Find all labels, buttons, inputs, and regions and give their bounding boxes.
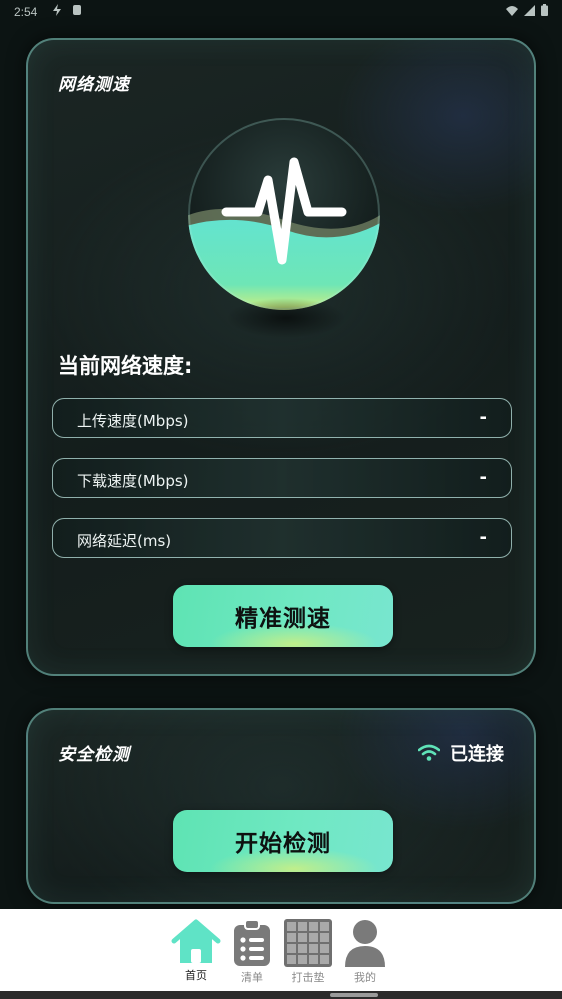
bolt-icon [53, 4, 61, 16]
status-bar: 2:54 [0, 0, 562, 24]
download-speed-row: 下载速度(Mbps) - [52, 458, 512, 498]
nav-label-me: 我的 [354, 972, 376, 984]
connection-status-text: 已连接 [450, 744, 504, 765]
bottom-navigation: 首页 清单 打击垫 我的 [0, 909, 562, 991]
nav-label-list: 清单 [241, 972, 263, 984]
status-time: 2:54 [14, 5, 38, 19]
wifi-icon [418, 744, 440, 761]
pulse-orb-icon [188, 118, 380, 310]
nav-item-list[interactable]: 清单 [222, 919, 282, 985]
latency-label: 网络延迟(ms) [77, 532, 172, 550]
nav-label-pad: 打击垫 [291, 972, 325, 984]
download-speed-label: 下载速度(Mbps) [77, 472, 189, 490]
person-icon [345, 920, 385, 967]
upload-speed-value: - [479, 407, 487, 428]
home-icon [171, 919, 221, 963]
gesture-handle[interactable] [330, 993, 378, 997]
nav-item-pad[interactable]: 打击垫 [278, 919, 338, 985]
download-speed-value: - [479, 467, 487, 488]
security-check-card: 安全检测 已连接 开始检测 [26, 708, 536, 904]
cell-signal-icon [524, 4, 535, 16]
battery-icon [541, 4, 548, 16]
start-scan-button[interactable]: 开始检测 [173, 810, 393, 872]
speed-test-card: 网络测速 当前网络速度: 上传速度(Mbps) - 下载速度(Mbps) - 网… [26, 38, 536, 676]
latency-value: - [479, 527, 487, 548]
shield-icon [73, 5, 81, 15]
gesture-bar [0, 991, 562, 999]
speed-orb [186, 116, 382, 338]
connection-status: 已连接 [418, 740, 504, 766]
grid-icon [284, 919, 332, 967]
clipboard-list-icon [234, 919, 270, 966]
speed-card-title: 网络测速 [58, 75, 130, 95]
upload-speed-row: 上传速度(Mbps) - [52, 398, 512, 438]
precise-speed-test-button[interactable]: 精准测速 [173, 585, 393, 647]
security-card-title: 安全检测 [58, 745, 130, 765]
upload-speed-label: 上传速度(Mbps) [77, 412, 189, 430]
nav-item-me[interactable]: 我的 [335, 919, 395, 985]
nav-label-home: 首页 [185, 970, 207, 982]
wifi-signal-icon [506, 5, 518, 16]
current-speed-heading: 当前网络速度: [58, 354, 193, 378]
nav-item-home[interactable]: 首页 [166, 919, 226, 983]
latency-row: 网络延迟(ms) - [52, 518, 512, 558]
